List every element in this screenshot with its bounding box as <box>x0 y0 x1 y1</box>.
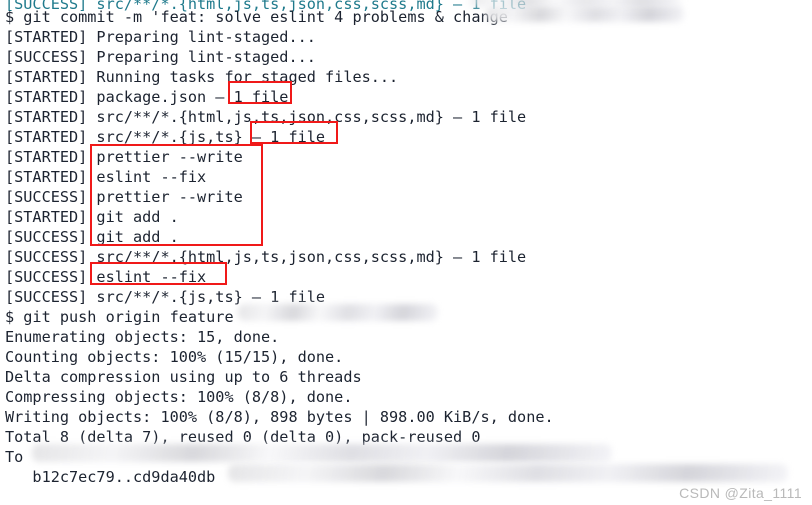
terminal-line: [STARTED] package.json — 1 file <box>5 88 289 106</box>
redacted-branch-ref <box>228 464 788 482</box>
terminal-line: Writing objects: 100% (8/8), 898 bytes |… <box>5 408 554 426</box>
terminal-line: [STARTED] eslint --fix <box>5 168 207 186</box>
redacted-branch-name <box>238 304 438 321</box>
terminal-line: b12c7ec79..cd9da40db <box>5 468 216 486</box>
terminal-line: [SUCCESS] prettier --write <box>5 188 243 206</box>
redacted-commit-message-tail <box>486 6 684 22</box>
terminal-line: $ git push origin feature <box>5 308 234 326</box>
terminal-line: To <box>5 448 24 466</box>
terminal-line: [STARTED] Running tasks for staged files… <box>5 68 399 86</box>
terminal-line: $ git commit -m 'feat: solve eslint 4 pr… <box>5 8 508 26</box>
terminal-line: Enumerating objects: 15, done. <box>5 328 280 346</box>
terminal-line: [STARTED] git add . <box>5 208 179 226</box>
csdn-watermark: CSDN @Zita_1111 <box>679 485 802 501</box>
redacted-top-edge <box>470 0 680 6</box>
terminal-line: [SUCCESS] Preparing lint-staged... <box>5 48 316 66</box>
terminal-line: [STARTED] src/**/*.{js,ts} — 1 file <box>5 128 326 146</box>
terminal-line: [SUCCESS] eslint --fix <box>5 268 207 286</box>
terminal-line: [SUCCESS] src/**/*.{html,js,ts,json,css,… <box>5 248 527 266</box>
terminal-line: Delta compression using up to 6 threads <box>5 368 362 386</box>
terminal-line: [STARTED] prettier --write <box>5 148 243 166</box>
terminal-line: Compressing objects: 100% (8/8), done. <box>5 388 353 406</box>
terminal-line: [STARTED] Preparing lint-staged... <box>5 28 316 46</box>
terminal-screenshot: [SUCCESS] src/**/*.{html,js,ts,json,css,… <box>0 0 812 505</box>
terminal-line: [STARTED] src/**/*.{html,js,ts,json,css,… <box>5 108 527 126</box>
terminal-line: Counting objects: 100% (15/15), done. <box>5 348 344 366</box>
redacted-remote-url <box>32 444 612 462</box>
terminal-line: [SUCCESS] git add . <box>5 228 179 246</box>
